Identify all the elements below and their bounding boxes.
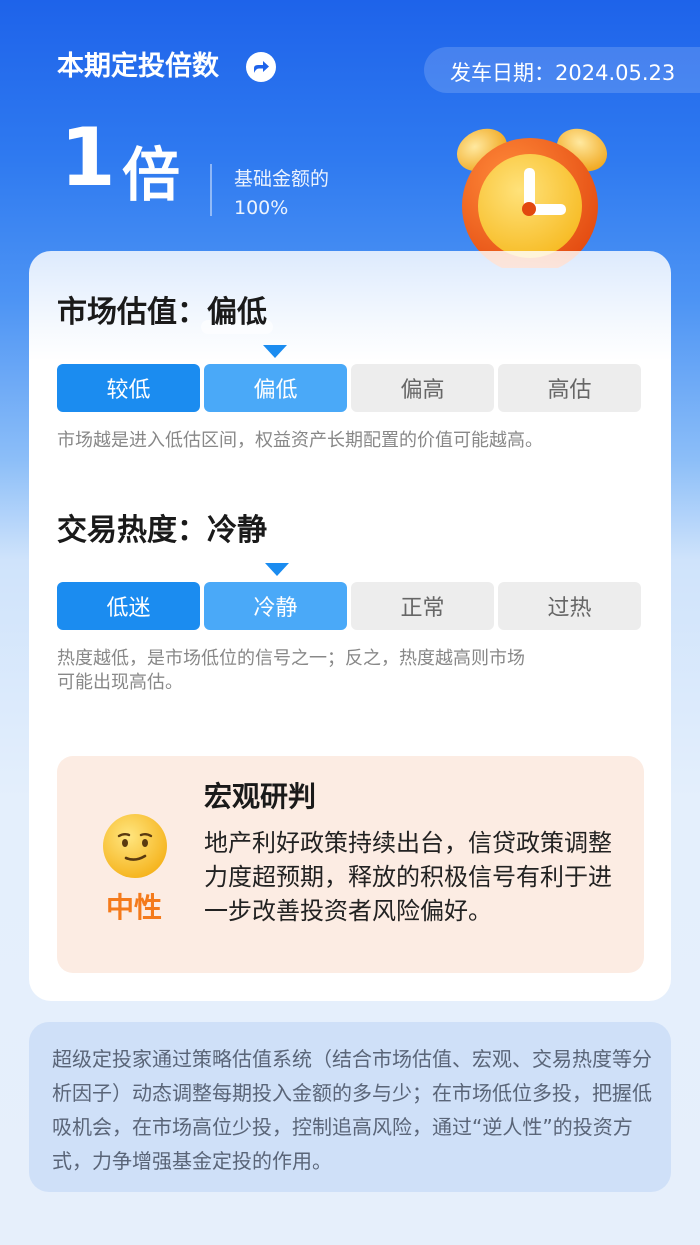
valuation-option-2: 偏高 <box>351 364 494 412</box>
heat-description-line2: 可能出现高估。 <box>57 672 183 693</box>
valuation-indicator-icon <box>263 345 287 358</box>
sentiment-label: 中性 <box>106 891 163 924</box>
divider <box>210 164 212 216</box>
page-title: 本期定投倍数 <box>57 51 219 82</box>
base-amount-value: 100% <box>234 197 289 219</box>
share-arrow-icon <box>254 61 269 73</box>
heat-indicator-icon <box>265 563 289 576</box>
base-amount-label: 基础金额的 <box>234 168 330 190</box>
valuation-title: 市场估值：偏低 <box>57 287 267 331</box>
macro-title: 宏观研判 <box>204 780 317 813</box>
valuation-option-0: 较低 <box>57 364 200 412</box>
alarm-clock-icon <box>456 128 608 268</box>
heat-title-value: 冷静 <box>207 513 267 548</box>
macro-body: 地产利好政策持续出台，信贷政策调整力度超预期，释放的积极信号有利于进一步改善投资… <box>204 829 612 925</box>
heat-description-line1: 热度越低，是市场低位的信号之一；反之，热度越高则市场 <box>57 648 525 669</box>
valuation-title-value: 偏低 <box>207 295 267 330</box>
multiplier-value: 1 <box>60 111 116 204</box>
heat-option-3: 过热 <box>498 582 641 630</box>
departure-date: 发车日期：2024.05.23 <box>450 61 676 85</box>
neutral-face-icon <box>103 814 167 878</box>
share-button[interactable] <box>246 52 276 82</box>
valuation-description: 市场越是进入低估区间，权益资产长期配置的价值可能越高。 <box>57 430 543 451</box>
heat-option-0: 低迷 <box>57 582 200 630</box>
heat-option-2: 正常 <box>351 582 494 630</box>
heat-title-prefix: 交易热度： <box>57 513 207 548</box>
valuation-title-prefix: 市场估值： <box>57 295 207 330</box>
heat-title: 交易热度：冷静 <box>57 505 267 549</box>
multiplier-unit: 倍 <box>122 141 181 209</box>
valuation-option-1: 偏低 <box>204 364 347 412</box>
info-text: 超级定投家通过策略估值系统（结合市场估值、宏观、交易热度等分析因子）动态调整每期… <box>52 1047 652 1173</box>
heat-option-1: 冷静 <box>204 582 347 630</box>
valuation-option-3: 高估 <box>498 364 641 412</box>
